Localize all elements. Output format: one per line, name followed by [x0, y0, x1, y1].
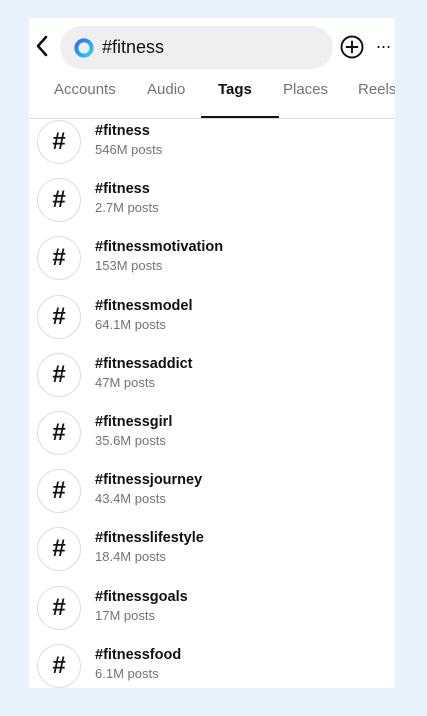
search-header: ···	[29, 18, 395, 76]
tag-result-row[interactable]: # #fitnessgoals 17M posts	[29, 584, 395, 642]
back-button[interactable]	[31, 34, 53, 58]
tag-post-count: 2.7M posts	[95, 200, 159, 216]
tab-audio[interactable]: Audio	[147, 76, 185, 118]
plus-circle-icon	[340, 35, 364, 59]
hashtag-icon: #	[37, 352, 81, 397]
search-bar[interactable]	[60, 26, 333, 69]
tag-post-count: 47M posts	[95, 374, 155, 390]
tag-name: #fitnessfood	[95, 646, 182, 663]
tab-reels[interactable]: Reels	[358, 76, 395, 118]
hashtag-icon: #	[37, 178, 81, 223]
search-input[interactable]	[102, 37, 312, 58]
tag-result-row[interactable]: # #fitnessmodel 64.1M posts	[29, 293, 395, 351]
search-tabs: Accounts Audio Tags Places Reels	[29, 76, 395, 119]
hashtag-icon: #	[37, 236, 81, 281]
tag-result-row[interactable]: # #fitness 546M posts	[29, 118, 395, 176]
tag-post-count: 153M posts	[95, 258, 163, 274]
tag-name: #fitnessmodel	[95, 297, 193, 314]
tag-post-count: 17M posts	[95, 607, 155, 623]
tag-name: #fitnessgirl	[95, 413, 173, 430]
tag-post-count: 6.1M posts	[95, 665, 159, 681]
search-screen: ··· Accounts Audio Tags Places Reels # #…	[29, 18, 395, 688]
hashtag-icon: #	[37, 643, 81, 688]
tag-name: #fitnessmotivation	[95, 239, 224, 256]
tag-post-count: 35.6M posts	[95, 432, 166, 448]
hashtag-icon: #	[37, 294, 81, 339]
hashtag-icon: #	[37, 469, 81, 514]
tag-name: #fitnessgoals	[95, 588, 188, 605]
add-button[interactable]	[340, 35, 364, 59]
tag-name: #fitness	[95, 123, 150, 139]
hashtag-icon: #	[37, 585, 81, 630]
tag-result-row[interactable]: # #fitnesslifestyle 18.4M posts	[29, 525, 395, 583]
tag-name: #fitness	[95, 181, 150, 198]
tag-result-row[interactable]: # #fitnessgirl 35.6M posts	[29, 409, 395, 467]
tab-tags[interactable]: Tags	[218, 76, 252, 118]
tag-post-count: 18.4M posts	[95, 549, 166, 565]
hashtag-icon: #	[37, 410, 81, 455]
hashtag-icon: #	[37, 527, 81, 572]
tag-result-row[interactable]: # #fitnessjourney 43.4M posts	[29, 467, 395, 525]
tag-results-list: # #fitness 546M posts # #fitness 2.7M po…	[29, 118, 395, 688]
tag-post-count: 64.1M posts	[95, 316, 166, 332]
tag-post-count: 43.4M posts	[95, 491, 166, 507]
meta-ai-ring-icon	[74, 37, 94, 58]
tag-name: #fitnessaddict	[95, 355, 193, 372]
tag-result-row[interactable]: # #fitnessaddict 47M posts	[29, 351, 395, 409]
tag-name: #fitnesslifestyle	[95, 530, 204, 547]
tag-result-row[interactable]: # #fitnessmotivation 153M posts	[29, 234, 395, 292]
tab-places[interactable]: Places	[283, 76, 328, 118]
more-horizontal-icon: ···	[375, 36, 392, 56]
hashtag-icon: #	[37, 120, 81, 164]
tag-result-row[interactable]: # #fitnessfood 6.1M posts	[29, 642, 395, 688]
tab-accounts[interactable]: Accounts	[54, 76, 116, 118]
tag-post-count: 546M posts	[95, 142, 163, 157]
tag-result-row[interactable]: # #fitness 2.7M posts	[29, 176, 395, 234]
chevron-left-icon	[36, 35, 48, 57]
more-options-button[interactable]: ···	[372, 34, 394, 58]
tag-name: #fitnessjourney	[95, 472, 203, 489]
